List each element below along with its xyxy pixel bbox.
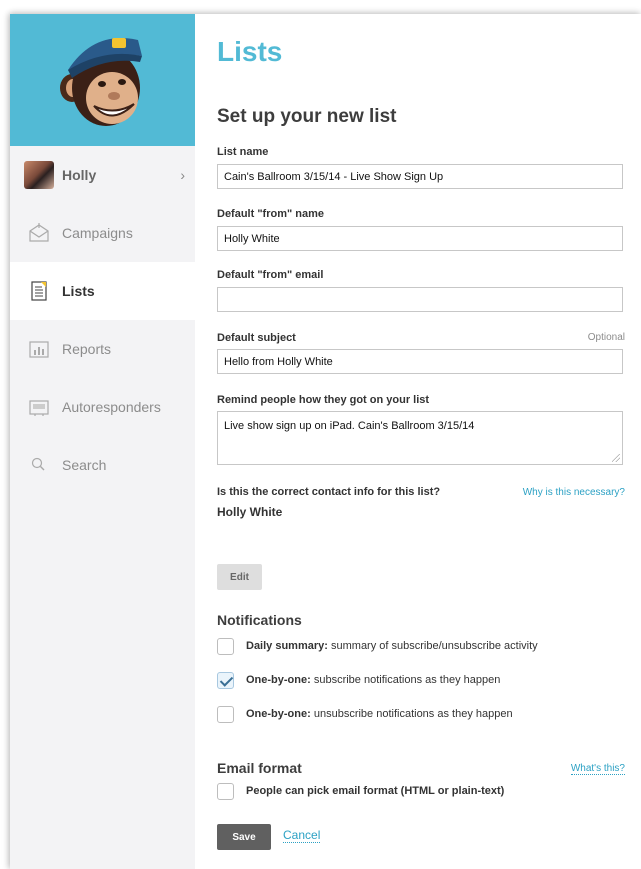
option-text: summary of subscribe/unsubscribe activit… (331, 640, 538, 652)
sidebar-item-label: Search (62, 457, 107, 473)
remind-textarea[interactable]: Live show sign up on iPad. Cain's Ballro… (217, 411, 623, 465)
from-name-input[interactable] (217, 226, 623, 251)
option-text: unsubscribe notifications as they happen (313, 708, 513, 720)
logo[interactable] (10, 14, 195, 146)
sidebar: Holly › Campaigns Lists Reports Autoresp… (10, 14, 195, 869)
edit-button[interactable]: Edit (217, 564, 262, 590)
list-name-input[interactable] (217, 164, 623, 189)
lists-icon (31, 281, 47, 301)
from-email-input[interactable] (217, 287, 623, 312)
cancel-link[interactable]: Cancel (283, 828, 321, 843)
notification-option-daily[interactable]: Daily summary: summary of subscribe/unsu… (217, 636, 538, 656)
option-text: subscribe notifications as they happen (313, 674, 501, 686)
subject-label: Default subject (217, 332, 296, 344)
email-format-text: People can pick email format (HTML or pl… (246, 785, 505, 797)
avatar (24, 161, 54, 189)
sidebar-item-autoresponders[interactable]: Autoresponders (10, 378, 195, 436)
option-bold: Daily summary: (246, 640, 328, 652)
email-format-title: Email format (217, 760, 302, 776)
from-name-label: Default "from" name (217, 208, 325, 220)
contact-question: Is this the correct contact info for thi… (217, 486, 441, 498)
contact-name: Holly White (217, 505, 283, 519)
remind-text: Live show sign up on iPad. Cain's Ballro… (224, 420, 475, 432)
resize-grip-icon[interactable] (612, 454, 620, 462)
sidebar-item-reports[interactable]: Reports (10, 320, 195, 378)
sidebar-item-label: Reports (62, 341, 112, 357)
sidebar-item-label: Autoresponders (62, 399, 161, 415)
why-necessary-link[interactable]: Why is this necessary? (523, 487, 625, 498)
list-name-label: List name (217, 146, 269, 158)
subscribe-notifications-checkbox[interactable] (217, 671, 234, 689)
whats-this-link[interactable]: What's this? (570, 763, 625, 775)
email-format-checkbox[interactable] (217, 782, 234, 800)
notification-option-subscribe[interactable]: One-by-one: subscribe notifications as t… (217, 670, 500, 690)
section-title: Set up your new list (217, 106, 397, 127)
daily-summary-checkbox[interactable] (217, 637, 234, 655)
subject-input[interactable] (217, 349, 623, 374)
app-window: Holly › Campaigns Lists Reports Autoresp… (10, 14, 641, 869)
save-button[interactable]: Save (217, 824, 271, 850)
sidebar-item-search[interactable]: Search (10, 436, 195, 494)
email-format-option[interactable]: People can pick email format (HTML or pl… (217, 781, 504, 801)
sidebar-item-lists[interactable]: Lists (10, 262, 195, 320)
from-email-label: Default "from" email (217, 269, 324, 281)
sidebar-item-label: Campaigns (62, 225, 133, 241)
mailchimp-monkey-icon (60, 38, 142, 126)
sidebar-item-label: Lists (62, 283, 95, 299)
sidebar-item-campaigns[interactable]: Campaigns (10, 204, 195, 262)
user-name: Holly (62, 167, 97, 183)
chevron-right-icon: › (180, 167, 185, 183)
sidebar-item-user[interactable]: Holly › (10, 146, 195, 204)
notification-option-unsubscribe[interactable]: One-by-one: unsubscribe notifications as… (217, 704, 513, 724)
search-icon (31, 457, 45, 471)
optional-tag: Optional (587, 332, 625, 343)
remind-label: Remind people how they got on your list (217, 394, 430, 406)
bar-chart-icon (29, 341, 49, 358)
option-bold: One-by-one: (246, 674, 311, 686)
main-content: Lists Set up your new list List name Def… (195, 14, 641, 869)
notifications-title: Notifications (217, 612, 302, 628)
envelope-icon (29, 223, 49, 242)
autoresponder-icon (29, 400, 49, 416)
option-bold: One-by-one: (246, 708, 311, 720)
page-title: Lists (217, 36, 283, 67)
unsubscribe-notifications-checkbox[interactable] (217, 705, 234, 723)
